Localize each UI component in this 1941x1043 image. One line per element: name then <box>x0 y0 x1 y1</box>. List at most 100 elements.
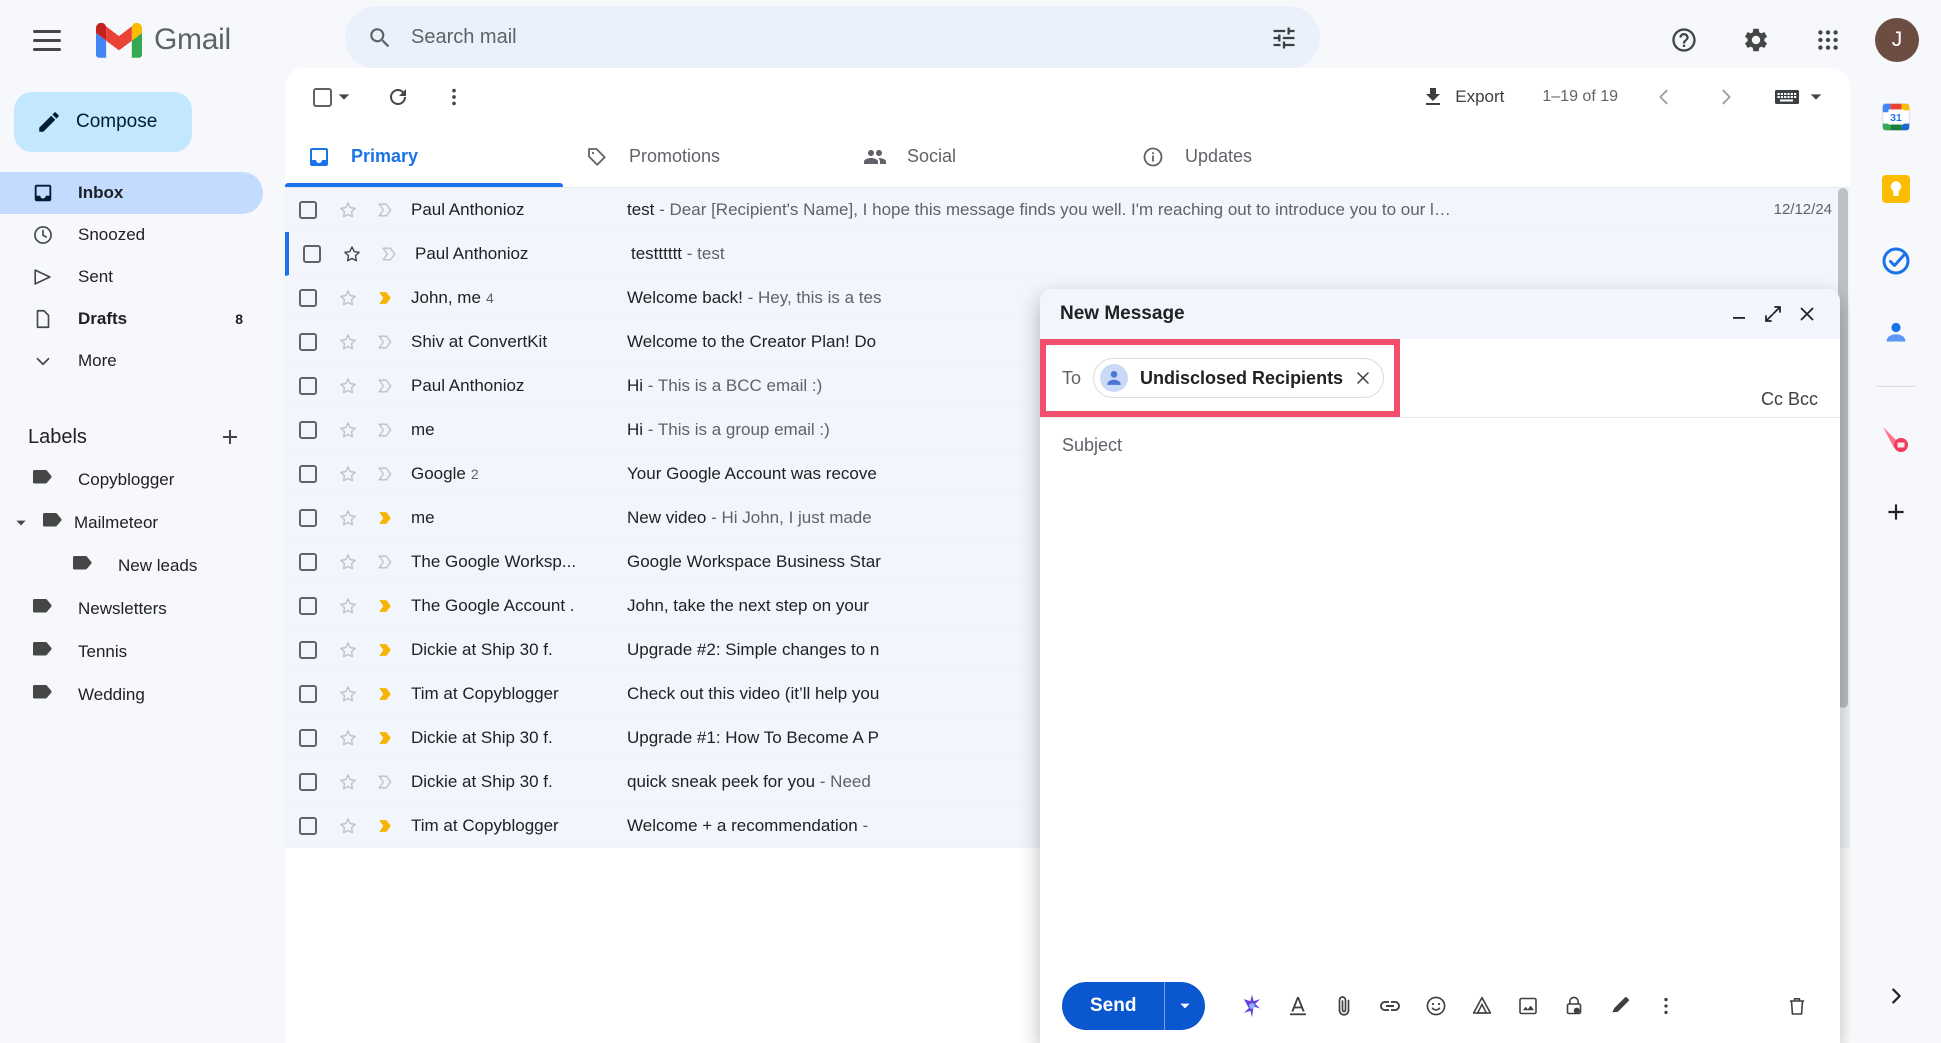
next-page-button[interactable] <box>1706 77 1746 117</box>
close-icon[interactable] <box>1790 297 1824 331</box>
mailmeteor-icon[interactable] <box>1873 417 1919 463</box>
important-marker-icon[interactable] <box>365 728 405 748</box>
avatar[interactable]: J <box>1875 18 1919 62</box>
compose-to-row[interactable]: To Undisclosed Recipients Cc Bcc <box>1040 339 1840 417</box>
important-marker-icon[interactable] <box>365 464 405 484</box>
send-options-caret-icon[interactable] <box>1165 982 1205 1030</box>
important-marker-icon[interactable] <box>365 376 405 396</box>
input-tools-button[interactable] <box>1768 81 1830 113</box>
cc-bcc-toggle[interactable]: Cc Bcc <box>1761 389 1818 410</box>
star-icon[interactable] <box>331 684 365 704</box>
row-checkbox[interactable] <box>285 684 331 703</box>
search-options-icon[interactable] <box>1270 24 1298 52</box>
expand-panel-button[interactable] <box>1850 973 1941 1019</box>
google-apps-grid-icon[interactable] <box>1803 15 1853 65</box>
important-marker-icon[interactable] <box>365 772 405 792</box>
confidential-mode-icon[interactable] <box>1553 985 1595 1027</box>
table-row[interactable]: Paul Anthonioz test - Dear [Recipient's N… <box>285 188 1850 232</box>
sidebar-label-new-leads[interactable]: New leads <box>0 544 263 587</box>
important-marker-icon[interactable] <box>365 552 405 572</box>
row-checkbox[interactable] <box>285 728 331 747</box>
plus-icon[interactable] <box>215 422 245 452</box>
table-row[interactable]: Paul Anthonioz testttttt - test <box>285 232 1850 276</box>
export-button[interactable]: Export <box>1407 77 1518 117</box>
sidebar-label-wedding[interactable]: Wedding <box>0 673 263 716</box>
sidebar-item-more[interactable]: More <box>0 340 263 382</box>
row-checkbox[interactable] <box>285 420 331 439</box>
star-icon[interactable] <box>331 288 365 308</box>
search-bar[interactable] <box>345 6 1320 69</box>
main-menu-icon[interactable] <box>18 11 76 69</box>
sidebar-item-snoozed[interactable]: Snoozed <box>0 214 263 256</box>
gemini-sparkle-icon[interactable] <box>1231 985 1273 1027</box>
tab-primary[interactable]: Primary <box>285 126 563 187</box>
star-icon[interactable] <box>331 508 365 528</box>
popout-icon[interactable] <box>1756 297 1790 331</box>
star-icon[interactable] <box>335 244 369 264</box>
important-marker-icon[interactable] <box>365 596 405 616</box>
tab-promotions[interactable]: Promotions <box>563 126 841 187</box>
row-checkbox[interactable] <box>285 464 331 483</box>
star-icon[interactable] <box>331 332 365 352</box>
row-checkbox[interactable] <box>285 376 331 395</box>
star-icon[interactable] <box>331 200 365 220</box>
important-marker-icon[interactable] <box>365 816 405 836</box>
compose-subject-row[interactable] <box>1040 417 1840 473</box>
star-icon[interactable] <box>331 772 365 792</box>
sidebar-item-drafts[interactable]: Drafts 8 <box>0 298 263 340</box>
select-all-checkbox[interactable] <box>307 82 358 113</box>
insert-photo-icon[interactable] <box>1507 985 1549 1027</box>
sidebar-item-inbox[interactable]: Inbox <box>0 172 263 214</box>
important-marker-icon[interactable] <box>365 288 405 308</box>
star-icon[interactable] <box>331 596 365 616</box>
help-icon[interactable] <box>1659 15 1709 65</box>
star-icon[interactable] <box>331 640 365 660</box>
important-marker-icon[interactable] <box>365 640 405 660</box>
tab-updates[interactable]: Updates <box>1119 126 1397 187</box>
insert-signature-icon[interactable] <box>1599 985 1641 1027</box>
more-vertical-icon[interactable] <box>432 75 476 119</box>
attach-file-icon[interactable] <box>1323 985 1365 1027</box>
insert-drive-icon[interactable] <box>1461 985 1503 1027</box>
text-format-icon[interactable] <box>1277 985 1319 1027</box>
add-addon-icon[interactable] <box>1873 489 1919 535</box>
refresh-icon[interactable] <box>376 75 420 119</box>
row-checkbox[interactable] <box>285 772 331 791</box>
star-icon[interactable] <box>331 816 365 836</box>
compose-body[interactable] <box>1040 473 1840 969</box>
prev-page-button[interactable] <box>1644 77 1684 117</box>
recipient-chip[interactable]: Undisclosed Recipients <box>1093 358 1385 398</box>
star-icon[interactable] <box>331 376 365 396</box>
chevron-right-icon[interactable] <box>1873 973 1919 1019</box>
gmail-brand[interactable]: Gmail <box>96 22 231 58</box>
caret-down-icon[interactable] <box>10 516 32 530</box>
minimize-icon[interactable] <box>1722 297 1756 331</box>
search-input[interactable] <box>411 26 1270 49</box>
row-checkbox[interactable] <box>289 244 335 263</box>
sidebar-item-sent[interactable]: Sent <box>0 256 263 298</box>
sidebar-label-mailmeteor[interactable]: Mailmeteor <box>0 501 263 544</box>
star-icon[interactable] <box>331 728 365 748</box>
important-marker-icon[interactable] <box>365 200 405 220</box>
star-icon[interactable] <box>331 464 365 484</box>
gear-icon[interactable] <box>1731 15 1781 65</box>
google-contacts-icon[interactable] <box>1873 310 1919 356</box>
send-button-group[interactable]: Send <box>1062 982 1206 1030</box>
chevron-down-icon[interactable] <box>336 89 352 105</box>
sidebar-label-newsletters[interactable]: Newsletters <box>0 587 263 630</box>
important-marker-icon[interactable] <box>365 508 405 528</box>
row-checkbox[interactable] <box>285 200 331 219</box>
insert-emoji-icon[interactable] <box>1415 985 1457 1027</box>
important-marker-icon[interactable] <box>369 244 409 264</box>
subject-input[interactable] <box>1062 435 1818 456</box>
insert-link-icon[interactable] <box>1369 985 1411 1027</box>
important-marker-icon[interactable] <box>365 684 405 704</box>
sidebar-label-tennis[interactable]: Tennis <box>0 630 263 673</box>
google-keep-icon[interactable] <box>1873 166 1919 212</box>
tab-social[interactable]: Social <box>841 126 1119 187</box>
google-calendar-icon[interactable]: 31 <box>1873 94 1919 140</box>
important-marker-icon[interactable] <box>365 332 405 352</box>
google-tasks-icon[interactable] <box>1873 238 1919 284</box>
row-checkbox[interactable] <box>285 332 331 351</box>
send-button[interactable]: Send <box>1062 982 1164 1030</box>
